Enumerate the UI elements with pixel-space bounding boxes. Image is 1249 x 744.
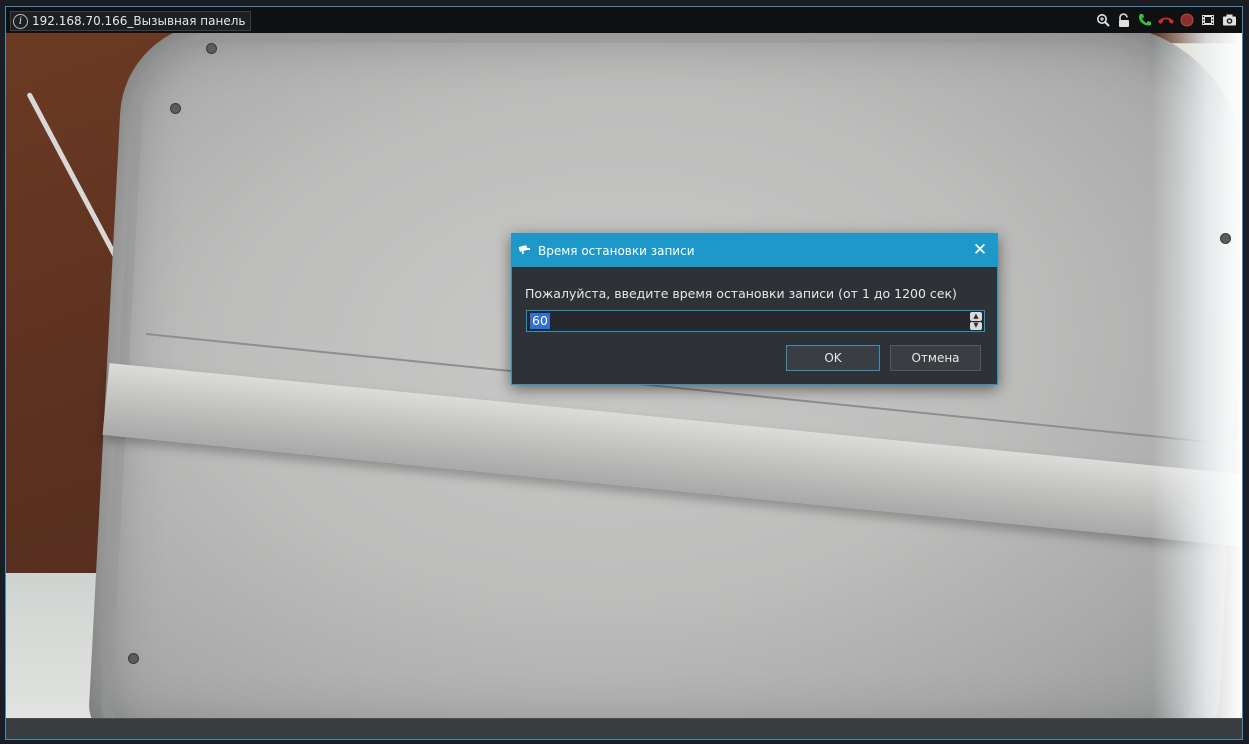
stop-recording-dialog: Время остановки записи ✕ Пожалуйста, вве…	[511, 233, 998, 385]
film-icon[interactable]	[1199, 11, 1217, 29]
record-icon[interactable]	[1178, 11, 1196, 29]
info-icon[interactable]: i	[13, 13, 28, 29]
camera-title[interactable]: i 192.168.70.166_Вызывная панель	[10, 11, 252, 31]
phone-hangup-icon[interactable]	[1157, 11, 1175, 29]
spin-down-icon[interactable]: ▼	[970, 321, 982, 330]
screw	[1220, 233, 1231, 244]
spin-arrows: ▲ ▼	[970, 312, 982, 330]
screw	[206, 43, 217, 54]
ok-button[interactable]: OK	[786, 345, 880, 371]
dialog-title-bar[interactable]: Время остановки записи ✕	[512, 234, 997, 267]
stop-time-value[interactable]: 60	[530, 313, 550, 329]
light-glare	[1152, 33, 1242, 719]
screw	[170, 103, 181, 114]
stop-time-spinbox[interactable]: 60 ▲ ▼	[526, 310, 985, 332]
camera-toolbar	[1094, 11, 1238, 29]
camera-snapshot-icon[interactable]	[1220, 11, 1238, 29]
close-icon[interactable]: ✕	[971, 241, 989, 259]
dialog-title: Время остановки записи	[538, 243, 695, 258]
status-bar	[6, 718, 1242, 739]
zoom-icon[interactable]	[1094, 11, 1112, 29]
phone-accept-icon[interactable]	[1136, 11, 1154, 29]
lock-icon[interactable]	[1115, 11, 1133, 29]
screw	[128, 653, 139, 664]
cancel-button[interactable]: Отмена	[890, 345, 981, 371]
camera-title-bar: i 192.168.70.166_Вызывная панель	[6, 7, 1242, 33]
camera-name: 192.168.70.166_Вызывная панель	[32, 14, 246, 28]
camera-icon	[518, 243, 532, 258]
spin-up-icon[interactable]: ▲	[970, 312, 982, 321]
dialog-prompt: Пожалуйста, введите время остановки запи…	[525, 286, 957, 301]
